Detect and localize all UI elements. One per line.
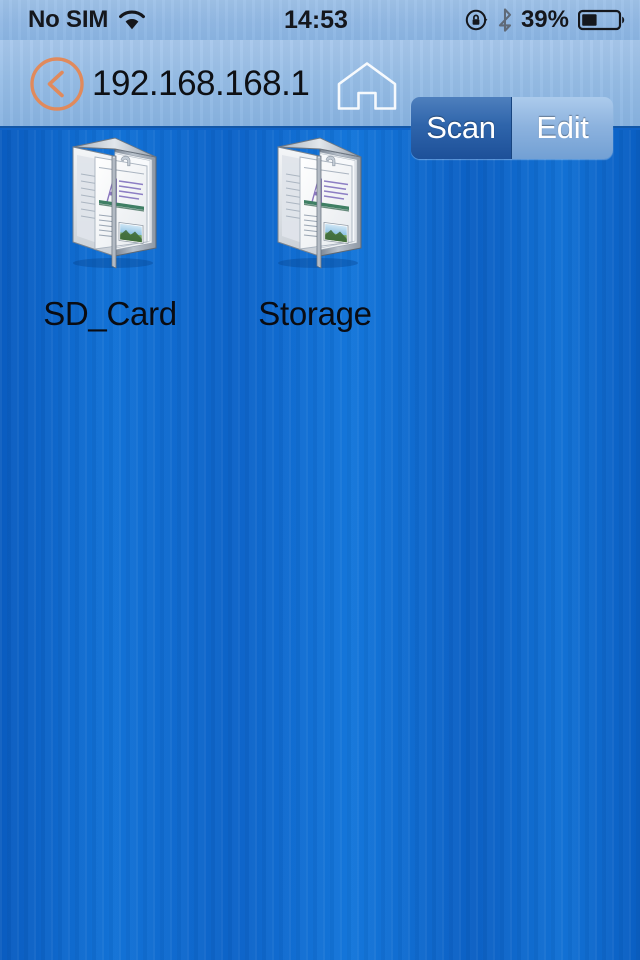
documents-folder-icon [72, 137, 157, 269]
phone-screen: No SIM 14:53 39% 192.168.168.1 Scan Edit… [0, 0, 640, 960]
rotation-lock-icon [465, 8, 489, 32]
battery-icon [578, 8, 626, 32]
scan-button[interactable]: Scan [411, 97, 512, 159]
edit-button[interactable]: Edit [512, 97, 613, 159]
navigation-bar: 192.168.168.1 Scan Edit [0, 40, 640, 159]
status-bar-right: 39% [465, 0, 626, 40]
battery-percent-label: 39% [520, 6, 569, 33]
home-button[interactable] [336, 61, 398, 111]
file-item-sd-card[interactable]: SD_Card [10, 130, 210, 333]
documents-folder-icon [277, 137, 362, 269]
home-icon [337, 62, 397, 110]
page-title: 192.168.168.1 [92, 64, 310, 103]
scan-edit-segmented-control[interactable]: Scan Edit [411, 97, 613, 159]
back-button[interactable] [29, 56, 85, 112]
file-label: Storage [258, 295, 372, 332]
status-bar: No SIM 14:53 39% [0, 0, 640, 40]
bluetooth-icon [498, 8, 512, 32]
clock-label: 14:53 [284, 5, 348, 34]
file-label: SD_Card [43, 295, 177, 332]
file-item-storage[interactable]: Storage [215, 130, 415, 333]
file-browser-content: SD_Card Storage [0, 130, 640, 960]
